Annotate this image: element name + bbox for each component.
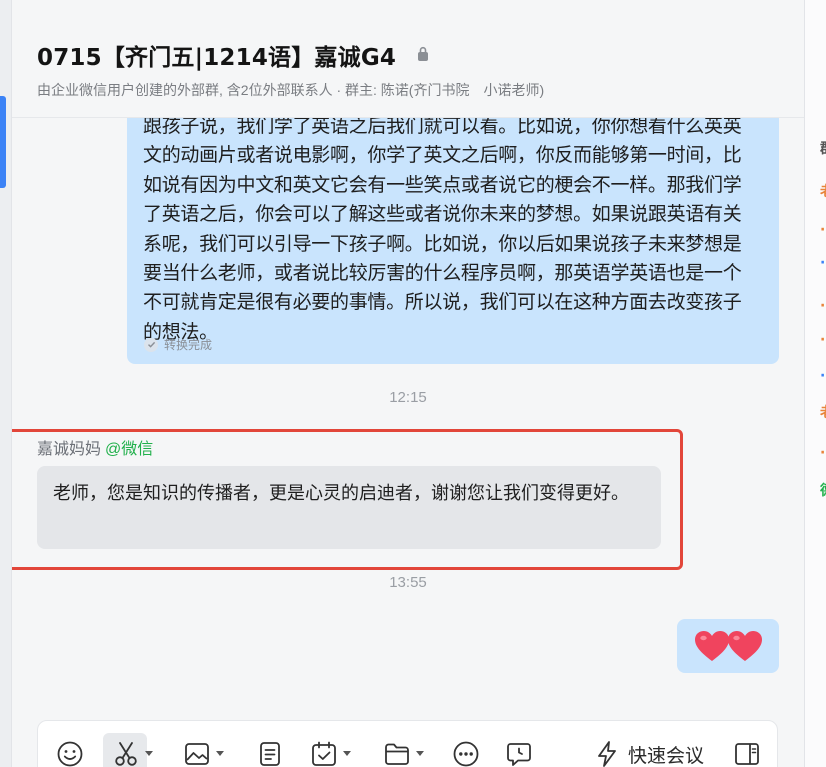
right-panel-fragment: · [820, 368, 826, 384]
right-panel-fragment: 群 [820, 138, 826, 158]
lightning-icon [598, 741, 616, 767]
lock-icon [418, 46, 428, 61]
sidebar-icon [735, 743, 759, 765]
outgoing-message-text: 跟孩子说，我们学了英语之后我们就可以看。比如说，你你想看什么英英文的动画片或者说… [143, 118, 742, 343]
heart-icon [727, 630, 762, 661]
sender-source-wechat: @微信 [105, 441, 154, 458]
right-panel-fragment: 德 [820, 480, 826, 500]
sender-name[interactable]: 嘉诚妈妈 [37, 441, 101, 458]
chat-icon [507, 743, 531, 766]
right-panel-fragment: · [820, 445, 826, 461]
heart-icon [694, 630, 729, 661]
message-composer-toolbar: 快速会议 [37, 720, 778, 767]
right-panel-fragment: · [820, 332, 826, 348]
right-panel-fragment: · [820, 255, 826, 271]
folder-icon [385, 743, 409, 765]
emoji-icon [57, 741, 83, 767]
group-subtitle: 由企业微信用户创建的外部群, 含2位外部联系人 · 群主: 陈诺(齐门书院 小诺… [37, 82, 545, 98]
image-button[interactable] [183, 739, 224, 767]
outgoing-message-bubble[interactable]: 跟孩子说，我们学了英语之后我们就可以看。比如说，你你想看什么英英文的动画片或者说… [127, 118, 779, 364]
message-timestamp: 12:15 [389, 389, 427, 406]
scissors-icon [115, 742, 137, 766]
quick-meeting-button[interactable]: 快速会议 [594, 739, 704, 767]
document-icon [260, 742, 280, 766]
convert-status-label: 转换完成 [164, 338, 213, 352]
message-timestamp: 13:55 [389, 574, 427, 591]
chat-record-button[interactable] [505, 739, 533, 767]
screenshot-button[interactable] [112, 739, 153, 767]
voice-convert-status: 转换完成 [144, 336, 212, 353]
sender-label: 嘉诚妈妈 @微信 [37, 435, 153, 459]
more-icon [453, 741, 479, 767]
document-button[interactable] [256, 739, 284, 767]
right-panel-fragment: · [820, 298, 826, 314]
check-icon [144, 337, 158, 352]
chevron-down-icon [416, 751, 424, 756]
group-title[interactable]: 0715【齐门五|1214语】嘉诚G4 [37, 38, 396, 72]
schedule-button[interactable] [310, 739, 351, 767]
message-list[interactable]: 跟孩子说，我们学了英语之后我们就可以看。比如说，你你想看什么英英文的动画片或者说… [12, 118, 804, 718]
right-side-panel[interactable]: 群 老 · · · · · 老 · 德 [804, 0, 826, 767]
active-conversation-indicator [0, 96, 6, 188]
right-panel-fragment: · [820, 222, 826, 238]
chevron-down-icon [145, 751, 153, 756]
incoming-message-text: 老师，您是知识的传播者，更是心灵的启迪者，谢谢您让我们变得更好。 [53, 483, 629, 504]
chat-header: 0715【齐门五|1214语】嘉诚G4 由企业微信用户创建的外部群, 含2位外部… [12, 0, 804, 118]
chevron-down-icon [216, 751, 224, 756]
emoji-button[interactable] [56, 739, 84, 767]
calendar-check-icon [312, 741, 336, 766]
more-button[interactable] [452, 739, 480, 767]
quick-meeting-label: 快速会议 [628, 744, 705, 767]
chevron-down-icon [343, 751, 351, 756]
right-panel-fragment: 老 [820, 181, 826, 201]
file-button[interactable] [383, 739, 424, 767]
incoming-message-bubble[interactable]: 老师，您是知识的传播者，更是心灵的启迪者，谢谢您让我们变得更好。 [37, 466, 661, 549]
image-icon [185, 743, 209, 765]
outgoing-emoji-bubble[interactable] [677, 619, 779, 673]
toggle-sidebar-button[interactable] [733, 739, 761, 767]
right-panel-fragment: 老 [820, 402, 826, 422]
